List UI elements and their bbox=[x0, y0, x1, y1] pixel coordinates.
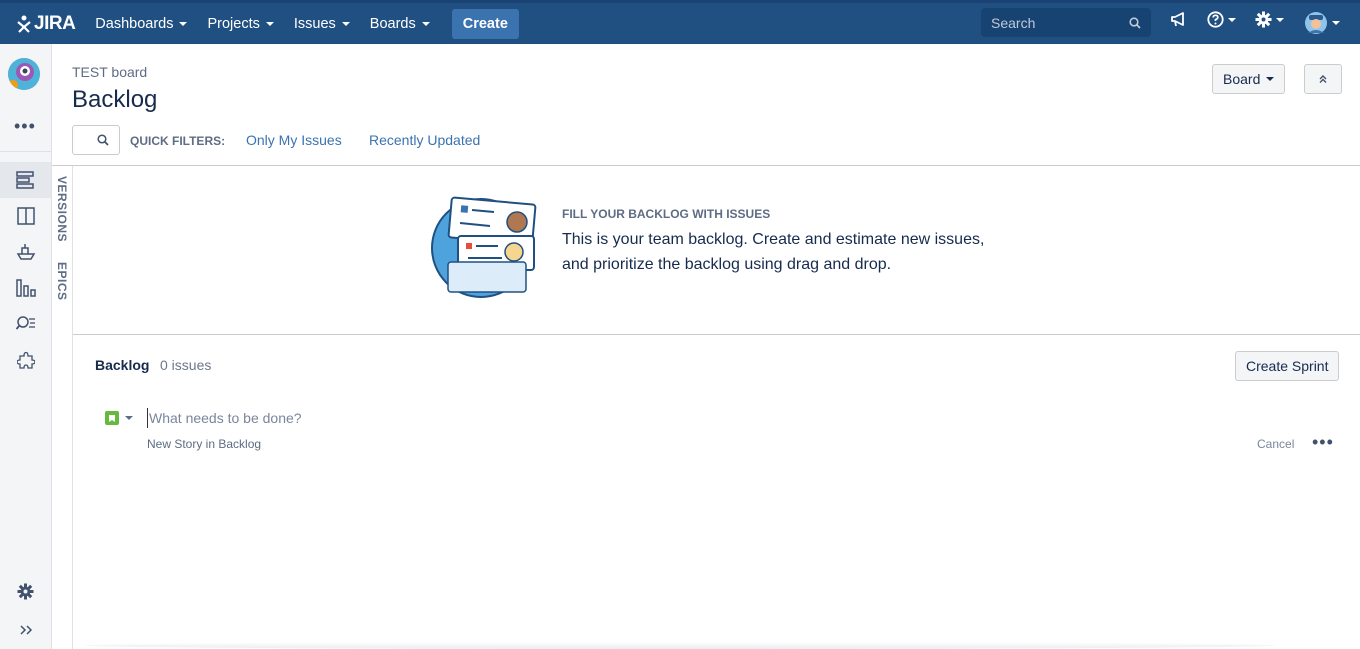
nav-boards[interactable]: Boards bbox=[370, 16, 430, 32]
search-placeholder: Search bbox=[991, 14, 1036, 31]
chevron-down-icon bbox=[341, 21, 350, 26]
backlog-issue-count: 0 issues bbox=[160, 357, 212, 373]
jira-logo-text: JIRA bbox=[34, 12, 76, 34]
collapse-header-button[interactable] bbox=[1304, 64, 1342, 94]
chevron-down-icon bbox=[1266, 77, 1275, 81]
quick-filter-only-my-issues[interactable]: Only My Issues bbox=[246, 132, 342, 148]
chevron-down-icon bbox=[125, 416, 133, 420]
epics-toggle[interactable]: EPICS bbox=[55, 262, 69, 301]
backlog-section-title: Backlog bbox=[95, 357, 150, 373]
sidebar-item-project-settings[interactable] bbox=[0, 573, 51, 609]
new-issue-hint: New Story in Backlog bbox=[147, 437, 262, 451]
nav-issues[interactable]: Issues bbox=[294, 16, 350, 32]
chevron-down-icon bbox=[1228, 17, 1236, 22]
nav-projects-label: Projects bbox=[207, 15, 260, 32]
project-sidebar: ••• bbox=[0, 44, 52, 649]
versions-toggle[interactable]: VERSIONS bbox=[55, 176, 69, 242]
quick-filter-search-input[interactable] bbox=[72, 125, 120, 155]
new-issue-summary-input[interactable] bbox=[147, 408, 747, 428]
breadcrumb[interactable]: TEST board bbox=[72, 64, 147, 80]
empty-state-divider bbox=[73, 334, 1360, 335]
cancel-link[interactable]: Cancel bbox=[1257, 437, 1294, 451]
puzzle-icon bbox=[16, 351, 35, 369]
nav-projects[interactable]: Projects bbox=[207, 15, 274, 32]
bottom-shadow bbox=[85, 642, 1275, 649]
double-chevron-right-icon bbox=[19, 625, 32, 635]
nav-dashboards-label: Dashboards bbox=[95, 15, 174, 32]
notifications-button[interactable] bbox=[1170, 11, 1188, 27]
issue-type-picker[interactable] bbox=[105, 411, 133, 425]
quick-filter-recently-updated[interactable]: Recently Updated bbox=[369, 132, 480, 148]
board-menu-label: Board bbox=[1223, 71, 1261, 87]
nav-dashboards[interactable]: Dashboards bbox=[95, 15, 188, 32]
story-icon bbox=[105, 411, 119, 425]
board-icon bbox=[16, 207, 35, 225]
chevron-down-icon bbox=[265, 21, 274, 26]
chevron-down-icon bbox=[421, 21, 430, 26]
chevron-down-icon bbox=[179, 21, 188, 26]
settings-button[interactable] bbox=[1255, 11, 1284, 28]
more-icon[interactable]: ••• bbox=[14, 116, 36, 137]
quick-filters-label: QUICK FILTERS: bbox=[130, 134, 226, 148]
more-options-icon[interactable]: ••• bbox=[1312, 432, 1334, 453]
jira-logo[interactable]: JIRA bbox=[16, 12, 76, 35]
top-navigation-bar: JIRA Dashboards Projects Issues Boards C… bbox=[0, 0, 1360, 44]
help-button[interactable] bbox=[1207, 11, 1236, 28]
help-icon bbox=[1207, 11, 1224, 28]
create-sprint-button[interactable]: Create Sprint bbox=[1235, 351, 1340, 381]
empty-state-text-line-1: This is your team backlog. Create and es… bbox=[562, 231, 985, 248]
sidebar-item-active-sprints[interactable] bbox=[0, 198, 51, 234]
gear-icon bbox=[17, 583, 34, 599]
create-button[interactable]: Create bbox=[451, 8, 519, 39]
empty-state-heading: FILL YOUR BACKLOG WITH ISSUES bbox=[562, 207, 771, 221]
search-icon bbox=[97, 134, 109, 146]
sidebar-item-reports[interactable] bbox=[0, 270, 51, 306]
sidebar-item-releases[interactable] bbox=[0, 234, 51, 270]
chevron-down-icon bbox=[1332, 21, 1340, 25]
megaphone-icon bbox=[1171, 12, 1184, 27]
board-menu-button[interactable]: Board bbox=[1212, 64, 1286, 94]
nav-boards-label: Boards bbox=[369, 15, 416, 32]
gear-icon bbox=[1255, 11, 1272, 28]
project-avatar[interactable] bbox=[8, 58, 40, 90]
search-input[interactable]: Search bbox=[981, 8, 1151, 37]
user-avatar-button[interactable] bbox=[1304, 11, 1340, 35]
page-title: Backlog bbox=[72, 86, 158, 113]
search-issues-icon bbox=[15, 316, 35, 330]
backlog-icon bbox=[15, 171, 34, 189]
double-chevron-up-icon bbox=[1319, 75, 1327, 83]
reports-icon bbox=[15, 279, 36, 297]
header-divider bbox=[52, 165, 1360, 166]
empty-backlog-illustration bbox=[431, 196, 537, 298]
search-icon bbox=[1129, 16, 1141, 29]
jira-logo-icon bbox=[17, 15, 31, 33]
sidebar-divider bbox=[0, 151, 51, 152]
nav-issues-label: Issues bbox=[293, 15, 336, 32]
avatar bbox=[1305, 12, 1327, 34]
sidebar-item-backlog[interactable] bbox=[0, 162, 51, 198]
sidebar-item-issues[interactable] bbox=[0, 306, 51, 342]
versions-epics-strip: VERSIONS EPICS bbox=[52, 166, 73, 649]
expand-sidebar-button[interactable] bbox=[0, 612, 51, 648]
empty-state-text-line-2: and prioritize the backlog using drag an… bbox=[562, 256, 892, 273]
sidebar-item-add-ons[interactable] bbox=[0, 342, 51, 378]
ship-icon bbox=[16, 244, 35, 260]
chevron-down-icon bbox=[1276, 17, 1284, 22]
